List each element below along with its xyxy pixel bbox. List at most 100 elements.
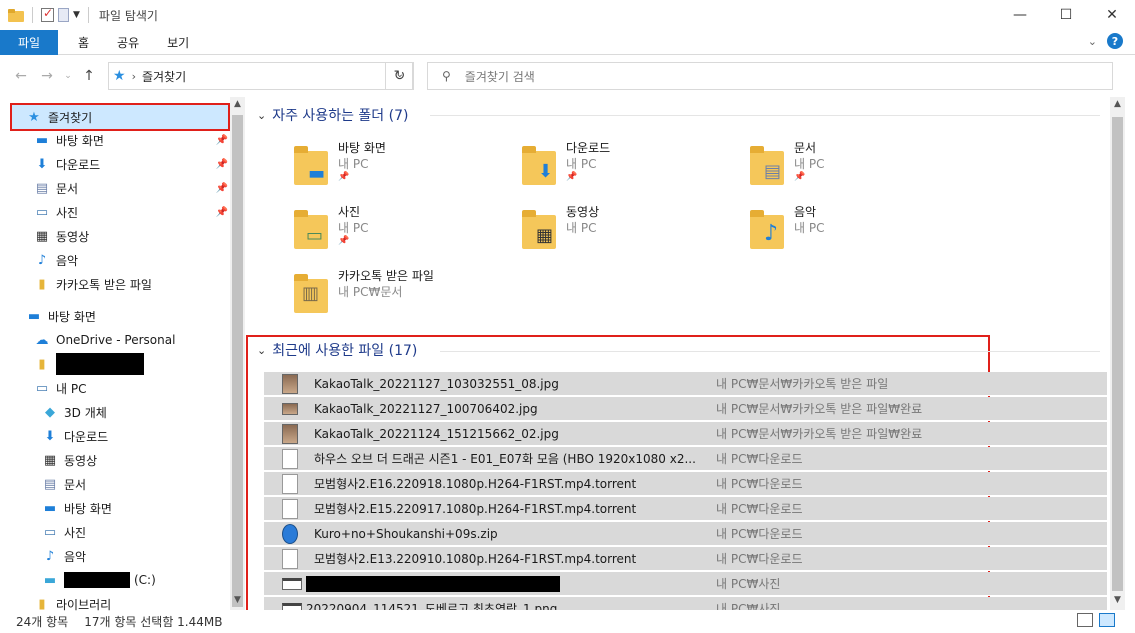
forward-arrow-icon[interactable]: → [36,65,58,87]
close-button[interactable]: ✕ [1089,0,1135,30]
refresh-button[interactable]: ↻ [385,62,414,90]
kakao-folder-icon: ▥ [292,271,332,313]
nav-item-pc-music[interactable]: ♪ 음악 [42,544,228,568]
videos-folder-icon: ▦ [520,207,560,249]
navigation-pane: ★ 즐겨찾기 ▬ 바탕 화면 📌 ⬇ 다운로드 📌 ▤ 문서 📌 ▭ 사진 📌 … [0,97,245,612]
file-location: 내 PC₩다운로드 [716,452,803,466]
scroll-down-arrow-icon[interactable]: ▼ [1110,595,1125,605]
nav-item-kakao-files[interactable]: ▮ 카카오톡 받은 파일 [34,272,228,296]
nav-item-desktop-root[interactable]: ▬ 바탕 화면 [26,304,226,328]
list-item[interactable]: Kuro+no+Shoukanshi+09s.zip 내 PC₩다운로드 [264,522,1107,546]
up-arrow-icon[interactable]: ↑ [78,65,100,87]
list-item[interactable]: 하우스 오브 더 드래곤 시즌1 - E01_E07화 모음 (HBO 1920… [264,447,1107,471]
pin-icon[interactable]: 📌 [216,159,228,170]
section-divider [430,115,1100,116]
new-folder-icon[interactable] [58,8,69,22]
nav-item-this-pc[interactable]: ▭ 내 PC [34,376,228,400]
details-view-icon[interactable] [1077,613,1093,627]
breadcrumb-quick-access[interactable]: 즐겨찾기 [142,68,186,85]
collapse-chevron-icon[interactable]: ⌄ [257,109,266,122]
list-item[interactable]: 모범형사2.E15.220917.1080p.H264-F1RST.mp4.to… [264,497,1107,521]
tab-home[interactable]: 홈 [64,30,103,55]
list-item[interactable]: 모범형사2.E16.220918.1080p.H264-F1RST.mp4.to… [264,472,1107,496]
list-item[interactable]: KakaoTalk_20221127_100706402.jpg 내 PC₩문서… [264,397,1107,421]
section-title: 최근에 사용한 파일 (17) [272,343,418,359]
nav-item-pc-documents[interactable]: ▤ 문서 [42,472,228,496]
expand-ribbon-chevron-icon[interactable]: ⌄ [1088,35,1097,48]
pin-icon[interactable]: 📌 [216,183,228,194]
selection-info: 17개 항목 선택함 1.44MB [84,615,223,629]
nav-item-pc-desktop[interactable]: ▬ 바탕 화면 [42,496,228,520]
file-icon [282,498,298,519]
refresh-icon: ↻ [393,68,406,84]
recent-locations-chevron-icon[interactable]: ⌄ [62,65,74,87]
help-icon[interactable]: ? [1107,33,1123,49]
user-folder-icon: ▮ [38,356,46,372]
pin-icon[interactable]: 📌 [216,207,228,218]
scroll-up-arrow-icon[interactable]: ▲ [230,99,245,109]
search-box[interactable]: ⚲ 즐겨찾기 검색 [427,62,1113,90]
quick-access-star-icon: ★ [28,109,40,125]
nav-quick-access[interactable]: ★ 즐겨찾기 [10,103,230,131]
nav-item-pc-pictures[interactable]: ▭ 사진 [42,520,228,544]
nav-label: 음악 [56,253,79,268]
minimize-button[interactable]: — [997,0,1043,30]
folder-tile-kakao[interactable]: ▥ 카카오톡 받은 파일 내 PC₩문서 [292,267,492,321]
scrollbar-thumb[interactable] [1112,117,1123,591]
nav-item-drive-c[interactable]: ▬ (C:) [42,568,228,592]
file-icon [282,448,298,469]
nav-item-user[interactable]: ▮ [34,352,228,376]
folder-tile-desktop[interactable]: ▬ 바탕 화면 내 PC 📌 [292,139,492,193]
tiles-view-icon[interactable] [1099,613,1115,627]
quick-access-star-icon: ★ [113,68,126,84]
nav-item-pc-downloads[interactable]: ⬇ 다운로드 [42,424,228,448]
pictures-icon: ▭ [35,204,49,220]
nav-item-videos[interactable]: ▦ 동영상 [34,224,228,248]
maximize-button[interactable]: ☐ [1043,0,1089,30]
back-arrow-icon[interactable]: ← [10,65,32,87]
folder-tile-pictures[interactable]: ▭ 사진 내 PC 📌 [292,203,492,257]
tab-file[interactable]: 파일 [0,29,58,55]
list-item[interactable]: 모범형사2.E13.220910.1080p.H264-F1RST.mp4.to… [264,547,1107,571]
address-bar[interactable]: ★ › 즐겨찾기 ⌄ [108,62,413,90]
pin-icon[interactable]: 📌 [216,135,228,146]
properties-icon[interactable] [41,6,54,22]
folder-tile-documents[interactable]: ▤ 문서 내 PC 📌 [748,139,948,193]
folder-tile-music[interactable]: ♪ 음악 내 PC [748,203,948,257]
collapse-chevron-icon[interactable]: ⌄ [257,344,266,357]
content-scrollbar[interactable]: ▲ ▼ [1110,97,1125,610]
customize-toolbar-chevron-icon[interactable]: ▼ [73,10,80,20]
recent-files-header[interactable]: ⌄ 최근에 사용한 파일 (17) [257,340,417,360]
file-name: 20220904_114521_도베르고 최초연락_1.png [306,602,558,610]
scroll-down-arrow-icon[interactable]: ▼ [230,595,245,605]
list-item[interactable]: 20220904_114521_도베르고 최초연락_1.png 내 PC₩사진 [264,597,1107,610]
file-name: 모범형사2.E16.220918.1080p.H264-F1RST.mp4.to… [314,477,637,491]
nav-item-pc-videos[interactable]: ▦ 동영상 [42,448,228,472]
image-file-icon [282,602,302,610]
file-name: KakaoTalk_20221124_151215662_02.jpg [314,426,559,441]
list-item[interactable]: KakaoTalk_20221124_151215662_02.jpg 내 PC… [264,422,1107,446]
list-item[interactable]: KakaoTalk_20221127_103032551_08.jpg 내 PC… [264,372,1107,396]
nav-item-desktop[interactable]: ▬ 바탕 화면 📌 [34,128,228,152]
nav-item-onedrive[interactable]: ☁ OneDrive - Personal [34,328,228,352]
folder-tile-videos[interactable]: ▦ 동영상 내 PC [520,203,720,257]
nav-item-documents[interactable]: ▤ 문서 📌 [34,176,228,200]
nav-item-pictures[interactable]: ▭ 사진 📌 [34,200,228,224]
nav-item-3d-objects[interactable]: ◆ 3D 개체 [42,400,228,424]
folder-tile-downloads[interactable]: ⬇ 다운로드 내 PC 📌 [520,139,720,193]
scroll-up-arrow-icon[interactable]: ▲ [1110,99,1125,109]
nav-label: 바탕 화면 [56,133,104,148]
frequent-folders-header[interactable]: ⌄ 자주 사용하는 폴더 (7) [257,105,408,125]
nav-item-downloads[interactable]: ⬇ 다운로드 📌 [34,152,228,176]
nav-pane-scrollbar[interactable]: ▲ ▼ [230,97,245,610]
folder-location: 내 PC [338,221,369,235]
nav-item-music[interactable]: ♪ 음악 [34,248,228,272]
list-item[interactable]: 내 PC₩사진 [264,572,1107,596]
folder-location: 내 PC [566,221,597,235]
breadcrumb-separator-icon[interactable]: › [132,70,136,83]
tab-view[interactable]: 보기 [153,30,203,55]
tab-share[interactable]: 공유 [103,30,153,55]
folder-location: 내 PC [566,157,597,171]
scrollbar-thumb[interactable] [232,115,243,607]
image-file-icon [282,373,298,394]
